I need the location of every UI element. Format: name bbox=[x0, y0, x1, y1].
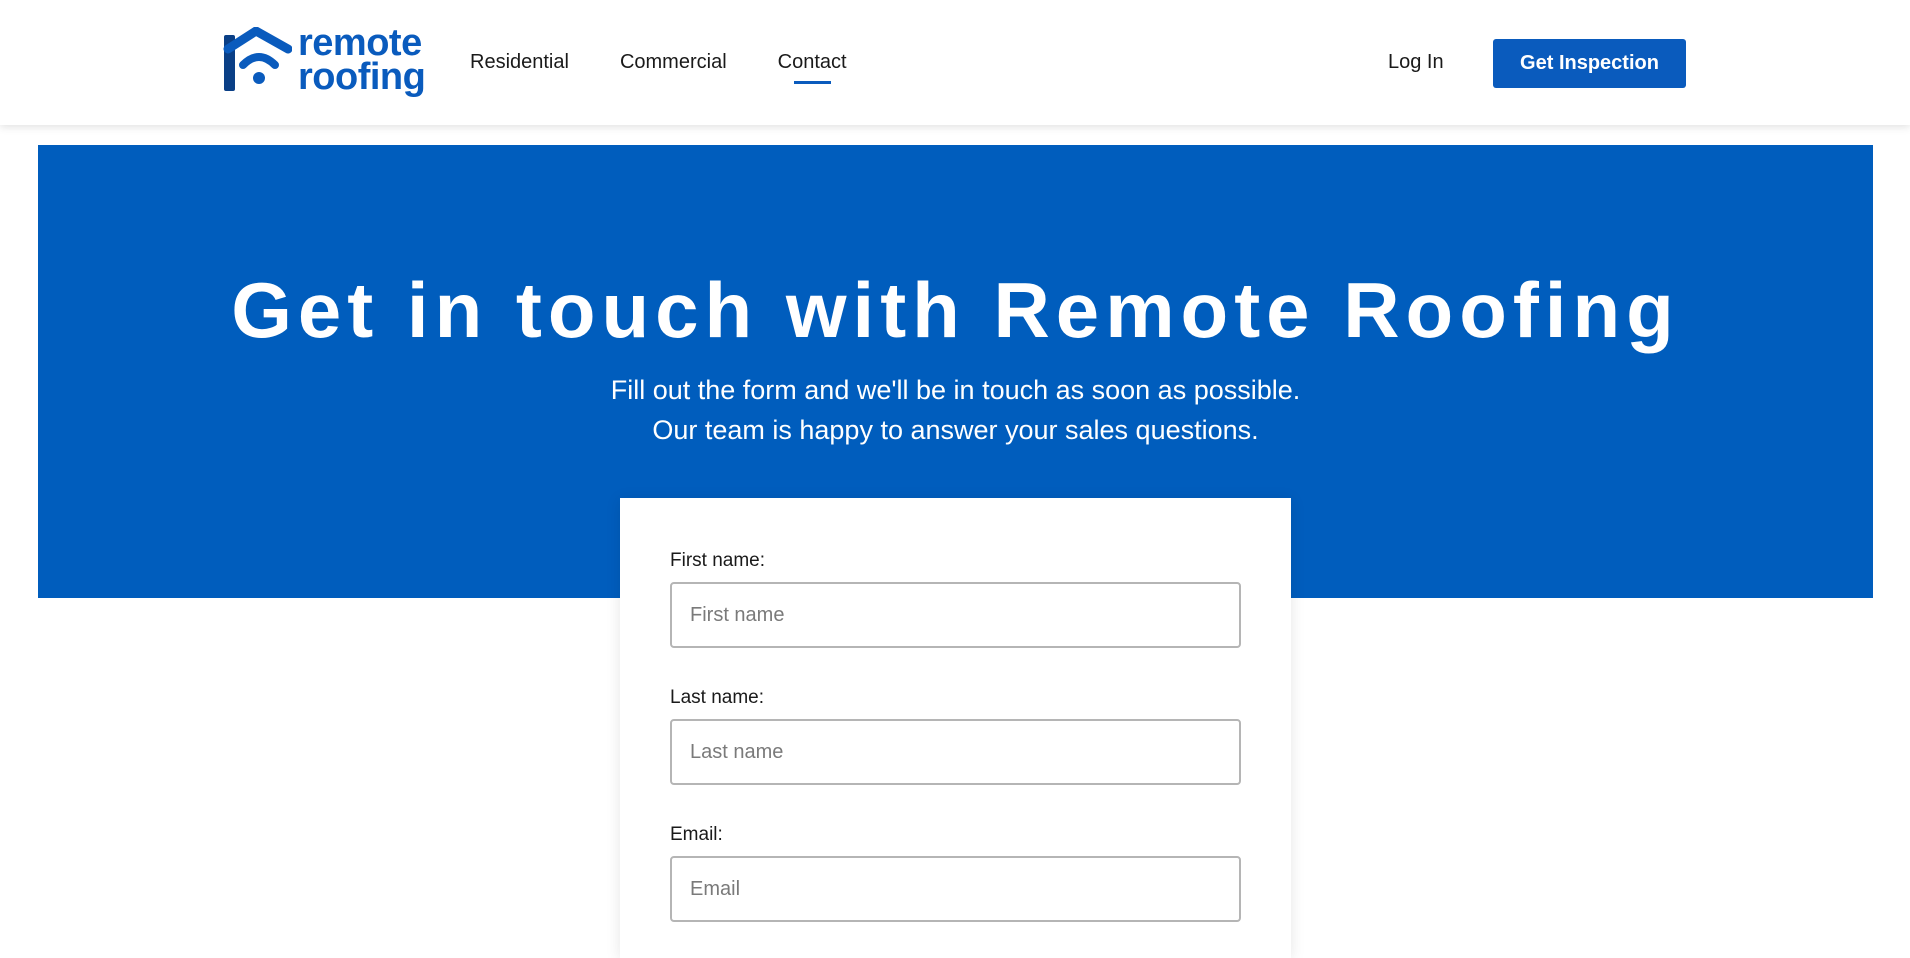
logo-wordmark: remote roofing bbox=[298, 22, 426, 98]
hero-subtitle-line-2: Our team is happy to answer your sales q… bbox=[652, 415, 1259, 445]
first-name-input[interactable] bbox=[670, 582, 1241, 648]
get-inspection-button[interactable]: Get Inspection bbox=[1493, 39, 1686, 88]
nav-item-residential[interactable]: Residential bbox=[470, 51, 569, 74]
last-name-input[interactable] bbox=[670, 719, 1241, 785]
login-link[interactable]: Log In bbox=[1388, 51, 1444, 74]
last-name-label: Last name: bbox=[670, 687, 764, 708]
contact-form: First name: Last name: Email: bbox=[620, 498, 1291, 958]
site-header: remote roofing Residential Commercial Co… bbox=[0, 0, 1910, 125]
nav-item-commercial[interactable]: Commercial bbox=[620, 51, 727, 74]
logo-link[interactable]: remote roofing bbox=[222, 22, 426, 98]
logo-line-2: roofing bbox=[298, 56, 426, 98]
logo-line-1: remote bbox=[298, 22, 422, 64]
house-wifi-logo-icon bbox=[223, 27, 292, 91]
last-name-group: Last name: bbox=[670, 687, 1241, 785]
email-group: Email: bbox=[670, 824, 1241, 922]
page-title: Get in touch with Remote Roofing bbox=[231, 266, 1680, 354]
hero-subtitle: Fill out the form and we'll be in touch … bbox=[38, 370, 1873, 450]
email-input[interactable] bbox=[670, 856, 1241, 922]
email-label: Email: bbox=[670, 824, 723, 845]
first-name-group: First name: bbox=[670, 550, 1241, 648]
main-nav: Residential Commercial Contact bbox=[470, 0, 898, 125]
first-name-label: First name: bbox=[670, 550, 766, 571]
hero-subtitle-line-1: Fill out the form and we'll be in touch … bbox=[610, 375, 1301, 405]
nav-item-contact[interactable]: Contact bbox=[778, 51, 847, 84]
